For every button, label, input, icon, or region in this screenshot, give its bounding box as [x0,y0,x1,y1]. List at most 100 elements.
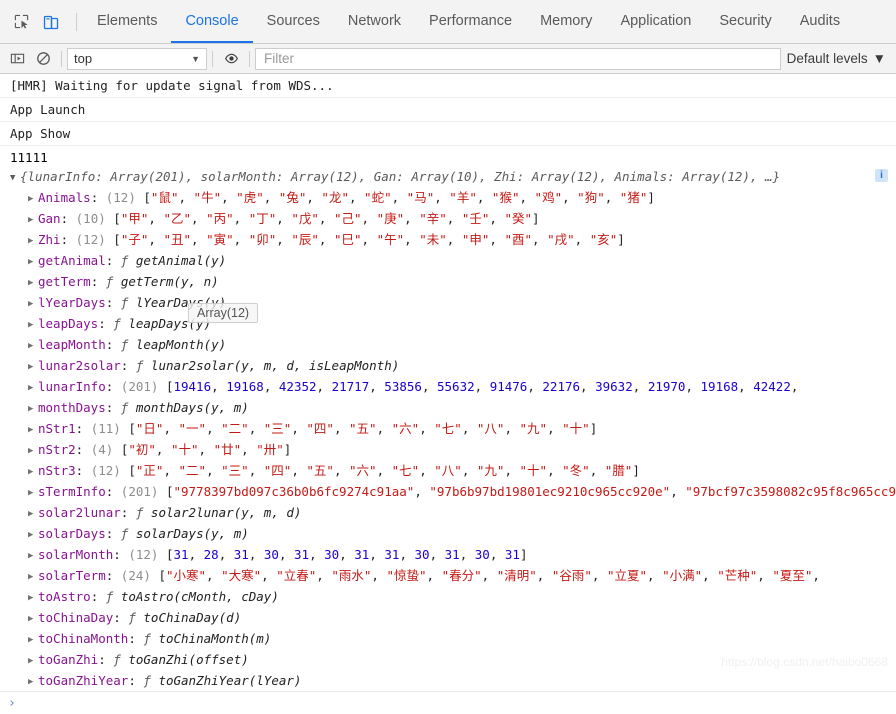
object-property-row[interactable]: ▶ nStr1: (11) ["日", "一", "二", "三", "四", "… [0,419,896,440]
tab-performance[interactable]: Performance [415,0,526,43]
property-colon: : [105,568,121,583]
devtools-tabbar: Elements Console Sources Network Perform… [0,0,896,44]
object-property-row[interactable]: ▶ toGanZhi: ƒ toGanZhi(offset) [0,650,896,671]
show-console-sidebar-icon[interactable] [4,46,30,72]
device-toolbar-icon[interactable] [36,7,66,37]
devtools-window: Elements Console Sources Network Perform… [0,0,896,714]
object-property-row[interactable]: ▶ lYearDays: ƒ lYearDays(y) [0,293,896,314]
object-property-row[interactable]: ▶ lunar2solar: ƒ lunar2solar(y, m, d, isL… [0,356,896,377]
chevron-right-icon[interactable]: ▶ [28,273,38,293]
chevron-right-icon[interactable]: ▶ [28,336,38,356]
tab-elements[interactable]: Elements [83,0,171,43]
object-property-row[interactable]: ▶ solarDays: ƒ solarDays(y, m) [0,524,896,545]
object-property-row[interactable]: ▶ Gan: (10) ["甲", "乙", "丙", "丁", "戊", "己"… [0,209,896,230]
tab-network[interactable]: Network [334,0,415,43]
chevron-right-icon[interactable]: ▶ [28,357,38,377]
array-bracket-close: ] [632,463,640,478]
object-property-row[interactable]: ▶ toChinaMonth: ƒ toChinaMonth(m) [0,629,896,650]
tabbar-icon-group [2,0,70,43]
chevron-right-icon[interactable]: ▶ [28,420,38,440]
object-property-row[interactable]: ▶ Animals: (12) ["鼠", "牛", "虎", "兔", "龙",… [0,188,896,209]
log-levels-dropdown[interactable]: Default levels ▼ [787,51,896,66]
tab-audits[interactable]: Audits [786,0,854,43]
object-property-row[interactable]: ▶ nStr3: (12) ["正", "二", "三", "四", "五", "… [0,461,896,482]
tab-console[interactable]: Console [171,0,253,43]
chevron-right-icon[interactable]: ▶ [28,672,38,691]
object-property-row[interactable]: ▶ lunarInfo: (201) [19416, 19168, 42352, … [0,377,896,398]
array-item: "廿" [213,442,242,457]
chevron-right-icon[interactable]: ▶ [28,651,38,671]
object-property-row[interactable]: ▶ toChinaDay: ƒ toChinaDay(d) [0,608,896,629]
chevron-right-icon[interactable]: ▶ [28,441,38,461]
array-separator: , [404,211,420,226]
object-property-row[interactable]: ▶ solarMonth: (12) [31, 28, 31, 30, 31, 3… [0,545,896,566]
chevron-right-icon[interactable]: ▶ [28,609,38,629]
object-property-row[interactable]: ▶ leapDays: ƒ leapDays(y) [0,314,896,335]
object-property-row[interactable]: ▶ sTermInfo: (201) ["9778397bd097c36b0b6f… [0,482,896,503]
property-colon: : [105,379,121,394]
property-key: toAstro [38,589,91,604]
array-item: "六" [349,463,377,478]
console-output[interactable]: [HMR] Waiting for update signal from WDS… [0,74,896,691]
inspect-element-icon[interactable] [6,7,36,37]
tab-application[interactable]: Application [606,0,705,43]
object-property-row[interactable]: ▶ toAstro: ƒ toAstro(cMonth, cDay) [0,587,896,608]
filter-input[interactable]: Filter [255,47,781,70]
object-property-row[interactable]: ▶ toGanZhiYear: ƒ toGanZhiYear(lYear) [0,671,896,691]
object-property-row[interactable]: ▶ Zhi: (12) ["子", "丑", "寅", "卯", "辰", "巳"… [0,230,896,251]
chevron-down-icon[interactable]: ▼ [10,169,20,188]
chevron-right-icon[interactable]: ▶ [28,504,38,524]
chevron-right-icon[interactable]: ▶ [28,525,38,545]
property-key: leapMonth [38,337,106,352]
array-item: "清明" [496,568,537,583]
object-property-row[interactable]: ▶ solar2lunar: ƒ solar2lunar(y, m, d) [0,503,896,524]
tab-memory[interactable]: Memory [526,0,606,43]
chevron-right-icon[interactable]: ▶ [28,483,38,503]
array-length: (12) [90,463,129,478]
chevron-right-icon[interactable]: ▶ [28,252,38,272]
object-property-row[interactable]: ▶ getTerm: ƒ getTerm(y, n) [0,272,896,293]
chevron-right-icon[interactable]: ▶ [28,630,38,650]
chevron-right-icon[interactable]: ▶ [28,315,38,335]
chevron-right-icon[interactable]: ▶ [28,189,38,209]
chevron-right-icon[interactable]: ▶ [28,294,38,314]
console-prompt[interactable]: › [0,691,896,714]
tab-security[interactable]: Security [705,0,785,43]
object-property-row[interactable]: ▶ nStr2: (4) ["初", "十", "廿", "卅"] [0,440,896,461]
array-separator: , [191,211,207,226]
chevron-right-icon[interactable]: ▶ [28,231,38,251]
chevron-right-icon[interactable]: ▶ [28,546,38,566]
chevron-right-icon[interactable]: ▶ [28,588,38,608]
array-separator: , [738,379,754,394]
object-property-row[interactable]: ▶ getAnimal: ƒ getAnimal(y) [0,251,896,272]
info-badge[interactable]: i [875,169,888,182]
array-separator: , [316,379,332,394]
object-summary-row[interactable]: ▼ {lunarInfo: Array(201), solarMonth: Arr… [0,167,896,188]
execution-context-selector[interactable]: top ▼ [67,47,207,70]
property-value: monthDays(y, m) [135,400,249,415]
property-value: lYearDays(y) [135,295,227,310]
array-item: "冬" [562,463,590,478]
array-bracket-open: [ [165,547,174,562]
object-property-row[interactable]: ▶ monthDays: ƒ monthDays(y, m) [0,398,896,419]
function-marker: ƒ [120,337,136,352]
property-colon: : [60,211,76,226]
array-separator: , [504,463,520,478]
chevron-right-icon[interactable]: ▶ [28,378,38,398]
clear-console-icon[interactable] [30,46,56,72]
array-item: "午" [376,232,405,247]
chevron-right-icon[interactable]: ▶ [28,399,38,419]
chevron-right-icon[interactable]: ▶ [28,567,38,587]
array-bracket-open: [ [128,463,136,478]
array-item: "四" [263,463,292,478]
live-expression-icon[interactable] [218,46,244,72]
chevron-down-icon: ▼ [872,51,886,66]
object-property-row[interactable]: ▶ leapMonth: ƒ leapMonth(y) [0,335,896,356]
array-item: "三" [221,463,249,478]
tab-sources[interactable]: Sources [253,0,334,43]
object-property-row[interactable]: ▶ solarTerm: (24) ["小寒", "大寒", "立春", "雨水"… [0,566,896,587]
array-item: "亥" [589,232,618,247]
chevron-right-icon[interactable]: ▶ [28,462,38,482]
chevron-right-icon[interactable]: ▶ [28,210,38,230]
array-item: "乙" [163,211,191,226]
